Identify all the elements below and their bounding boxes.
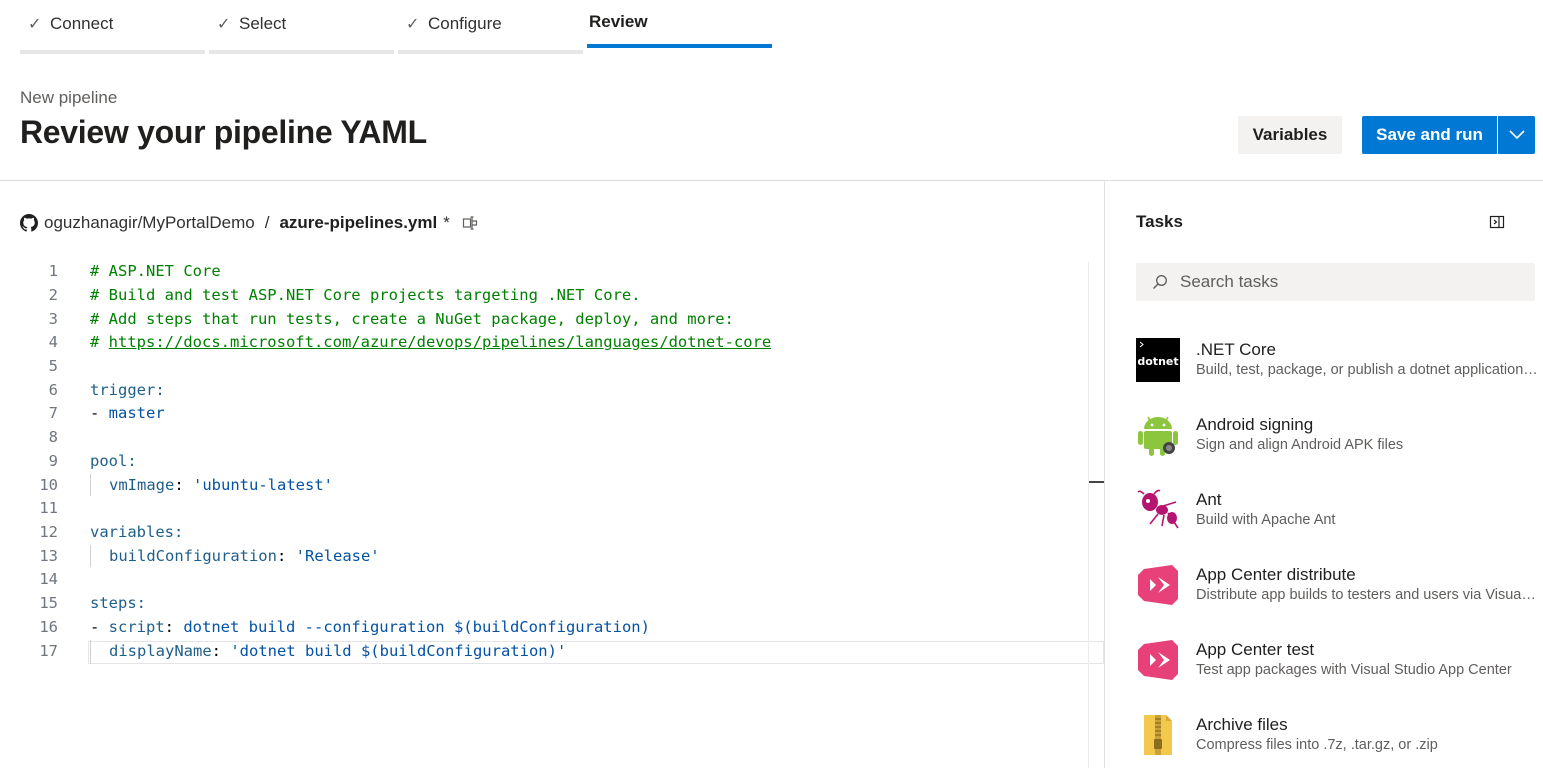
code-line[interactable]: - master (90, 402, 165, 426)
code-line[interactable]: vmImage: 'ubuntu-latest' (109, 474, 333, 498)
line-number: 5 (48, 357, 58, 375)
line-number: 9 (48, 452, 58, 470)
step-label: Connect (50, 14, 114, 33)
line-number: 17 (39, 642, 58, 660)
code-line[interactable]: # ASP.NET Core (90, 260, 221, 284)
step-bar (20, 50, 205, 54)
step-review[interactable]: Review (587, 0, 772, 56)
task-description: Distribute app builds to testers and use… (1196, 587, 1538, 603)
save-options-dropdown[interactable] (1498, 116, 1535, 154)
code-line[interactable]: - script: dotnet build --configuration $… (90, 616, 650, 640)
chevron-down-icon (1508, 130, 1525, 140)
archive-icon (1144, 715, 1172, 755)
line-number: 13 (39, 547, 58, 565)
variables-button[interactable]: Variables (1238, 116, 1342, 154)
task-item-archive-files[interactable]: Archive files Compress files into .7z, .… (1136, 713, 1543, 777)
code-line[interactable]: pool: (90, 450, 137, 474)
svg-text:dotnet: dotnet (1137, 355, 1178, 368)
task-description: Build with Apache Ant (1196, 512, 1336, 528)
line-number: 3 (48, 310, 58, 328)
ant-icon (1137, 489, 1179, 529)
task-description: Compress files into .7z, .tar.gz, or .zi… (1196, 737, 1438, 753)
task-name: Ant (1196, 490, 1222, 509)
task-description: Build, test, package, or publish a dotne… (1196, 362, 1538, 378)
step-label: Review (589, 12, 648, 31)
line-number: 4 (48, 333, 58, 351)
pane-divider[interactable] (1104, 181, 1105, 768)
search-tasks-input[interactable] (1180, 272, 1520, 292)
task-description: Test app packages with Visual Studio App… (1196, 662, 1512, 678)
wizard-steps: ✓ Connect ✓ Select ✓ Configure Review (20, 0, 776, 56)
tasks-title: Tasks (1136, 212, 1183, 231)
code-line[interactable]: displayName: 'dotnet build $(buildConfig… (109, 640, 566, 664)
task-item-dotnet-core[interactable]: dotnet .NET Core Build, test, package, o… (1136, 338, 1543, 402)
step-bar (209, 50, 394, 54)
collapse-pane-icon[interactable] (1489, 214, 1505, 230)
code-line[interactable]: trigger: (90, 379, 165, 403)
line-number: 10 (39, 476, 58, 494)
line-number: 11 (39, 499, 58, 517)
line-number: 7 (48, 404, 58, 422)
task-search-box[interactable] (1136, 263, 1535, 301)
docs-link[interactable]: https://docs.microsoft.com/azure/devops/… (109, 333, 772, 351)
task-item-android-signing[interactable]: Android signing Sign and align Android A… (1136, 413, 1543, 477)
task-name: .NET Core (1196, 340, 1276, 359)
check-icon: ✓ (28, 16, 42, 33)
line-number: 2 (48, 286, 58, 304)
step-bar (398, 50, 583, 54)
github-icon (20, 214, 38, 232)
step-connect[interactable]: ✓ Connect (20, 0, 205, 56)
android-icon (1138, 416, 1178, 456)
app-center-icon (1138, 565, 1178, 605)
step-bar-active (587, 44, 772, 48)
step-select[interactable]: ✓ Select (209, 0, 394, 56)
task-item-ant[interactable]: Ant Build with Apache Ant (1136, 488, 1543, 552)
dotnet-icon: dotnet (1136, 338, 1180, 382)
rename-icon[interactable] (462, 215, 478, 231)
line-number: 1 (48, 262, 58, 280)
task-item-app-center-distribute[interactable]: App Center distribute Distribute app bui… (1136, 563, 1543, 627)
line-number: 12 (39, 523, 58, 541)
file-breadcrumb: oguzhanagir/MyPortalDemo / azure-pipelin… (20, 212, 478, 234)
line-number: 8 (48, 428, 58, 446)
line-number: 6 (48, 381, 58, 399)
save-and-run-button[interactable]: Save and run (1362, 116, 1497, 154)
page-title: Review your pipeline YAML (20, 114, 427, 150)
line-number: 16 (39, 618, 58, 636)
task-name: App Center test (1196, 640, 1315, 659)
file-name[interactable]: azure-pipelines.yml (279, 213, 437, 233)
search-icon (1153, 275, 1167, 289)
page-subtitle: New pipeline (20, 88, 118, 107)
code-line[interactable]: buildConfiguration: 'Release' (109, 545, 380, 569)
code-line[interactable]: # https://docs.microsoft.com/azure/devop… (90, 331, 771, 355)
path-separator: / (264, 213, 270, 232)
step-configure[interactable]: ✓ Configure (398, 0, 583, 56)
task-name: Archive files (1196, 715, 1288, 734)
editor-scrollbar[interactable] (1088, 262, 1104, 768)
check-icon: ✓ (406, 16, 420, 33)
code-line[interactable]: steps: (90, 592, 146, 616)
task-name: Android signing (1196, 415, 1314, 434)
code-line[interactable]: # Add steps that run tests, create a NuG… (90, 308, 734, 332)
code-line[interactable]: # Build and test ASP.NET Core projects t… (90, 284, 641, 308)
task-item-app-center-test[interactable]: App Center test Test app packages with V… (1136, 638, 1543, 702)
check-icon: ✓ (217, 16, 231, 33)
repo-name[interactable]: oguzhanagir/MyPortalDemo (44, 213, 255, 233)
modified-marker: * (443, 213, 450, 232)
task-description: Sign and align Android APK files (1196, 437, 1404, 453)
app-center-icon (1138, 640, 1178, 680)
step-label: Configure (428, 14, 502, 33)
line-number: 15 (39, 594, 58, 612)
step-label: Select (239, 14, 287, 33)
scroll-position-marker (1089, 481, 1104, 483)
task-name: App Center distribute (1196, 565, 1356, 584)
header-divider (0, 180, 1543, 181)
line-number: 14 (39, 570, 58, 588)
code-line[interactable]: variables: (90, 521, 183, 545)
